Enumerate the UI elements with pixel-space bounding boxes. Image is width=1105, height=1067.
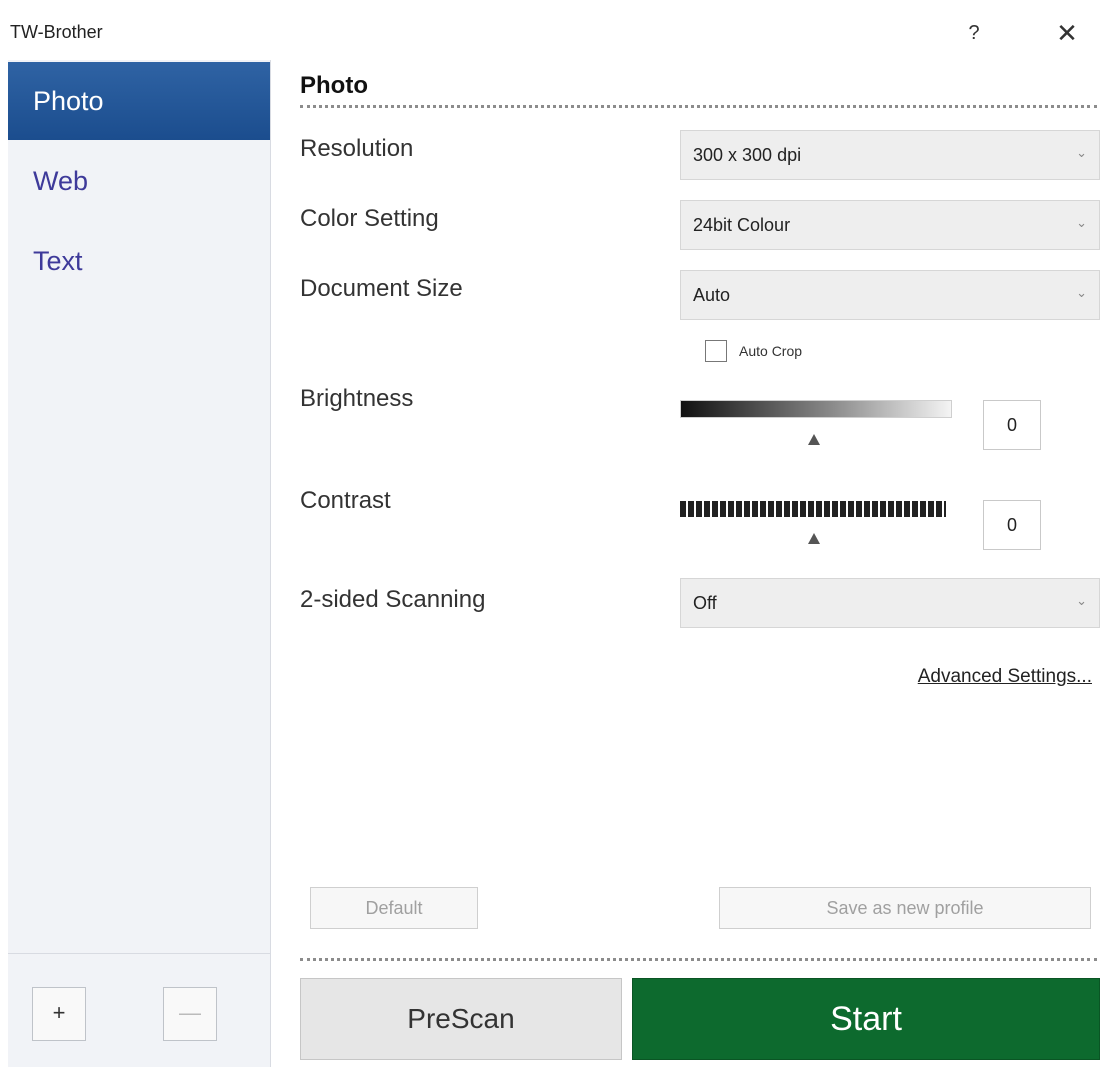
color-setting-label: Color Setting bbox=[300, 205, 439, 232]
scan-dialog: TW-Brother ? ✕ Photo Web Text + — Photo … bbox=[0, 0, 1105, 1067]
two-sided-scanning-dropdown[interactable]: Off ⌄ bbox=[680, 578, 1100, 628]
chevron-down-icon: ⌄ bbox=[1076, 145, 1087, 160]
contrast-label: Contrast bbox=[300, 487, 391, 514]
section-title: Photo bbox=[300, 72, 368, 99]
close-button[interactable]: ✕ bbox=[1050, 18, 1084, 48]
chevron-down-icon: ⌄ bbox=[1076, 215, 1087, 230]
remove-profile-button[interactable]: — bbox=[163, 987, 217, 1041]
resolution-label: Resolution bbox=[300, 135, 414, 162]
brightness-slider-track[interactable] bbox=[680, 400, 952, 418]
window-title: TW-Brother bbox=[10, 22, 103, 42]
brightness-label: Brightness bbox=[300, 385, 414, 412]
document-size-dropdown[interactable]: Auto ⌄ bbox=[680, 270, 1100, 320]
save-new-profile-button[interactable]: Save as new profile bbox=[719, 887, 1091, 929]
color-setting-value: 24bit Colour bbox=[693, 215, 791, 235]
document-size-label: Document Size bbox=[300, 275, 463, 302]
sidebar-item-label: Web bbox=[33, 166, 89, 196]
settings-panel: Photo Resolution 300 x 300 dpi ⌄ Color S… bbox=[270, 60, 1105, 1067]
brightness-slider-thumb[interactable] bbox=[808, 434, 820, 445]
document-size-value: Auto bbox=[693, 285, 731, 305]
two-sided-scanning-value: Off bbox=[693, 593, 717, 613]
sidebar-item-label: Photo bbox=[33, 86, 104, 116]
sidebar-item-text[interactable]: Text bbox=[8, 222, 270, 300]
auto-crop-checkbox[interactable] bbox=[705, 340, 727, 362]
auto-crop-label: Auto Crop bbox=[739, 343, 803, 359]
chevron-down-icon: ⌄ bbox=[1076, 593, 1087, 608]
resolution-value: 300 x 300 dpi bbox=[693, 145, 802, 165]
help-button[interactable]: ? bbox=[962, 18, 986, 48]
two-sided-scanning-label: 2-sided Scanning bbox=[300, 586, 486, 613]
contrast-slider-track[interactable] bbox=[680, 501, 946, 517]
chevron-down-icon: ⌄ bbox=[1076, 285, 1087, 300]
sidebar-item-label: Text bbox=[33, 246, 83, 276]
profile-sidebar: Photo Web Text + — bbox=[8, 60, 271, 1067]
title-bar: TW-Brother ? ✕ bbox=[0, 0, 1105, 60]
color-setting-dropdown[interactable]: 24bit Colour ⌄ bbox=[680, 200, 1100, 250]
contrast-slider-thumb[interactable] bbox=[808, 533, 820, 544]
start-button[interactable]: Start bbox=[632, 978, 1100, 1060]
divider-top bbox=[300, 105, 1097, 108]
default-button[interactable]: Default bbox=[310, 887, 478, 929]
sidebar-item-photo[interactable]: Photo bbox=[8, 62, 270, 140]
sidebar-divider bbox=[8, 953, 270, 954]
add-profile-button[interactable]: + bbox=[32, 987, 86, 1041]
prescan-button[interactable]: PreScan bbox=[300, 978, 622, 1060]
divider-bottom bbox=[300, 958, 1097, 961]
advanced-settings-link[interactable]: Advanced Settings... bbox=[880, 666, 1092, 688]
sidebar-item-web[interactable]: Web bbox=[8, 142, 270, 220]
brightness-value-field[interactable]: 0 bbox=[983, 400, 1041, 450]
resolution-dropdown[interactable]: 300 x 300 dpi ⌄ bbox=[680, 130, 1100, 180]
contrast-value-field[interactable]: 0 bbox=[983, 500, 1041, 550]
